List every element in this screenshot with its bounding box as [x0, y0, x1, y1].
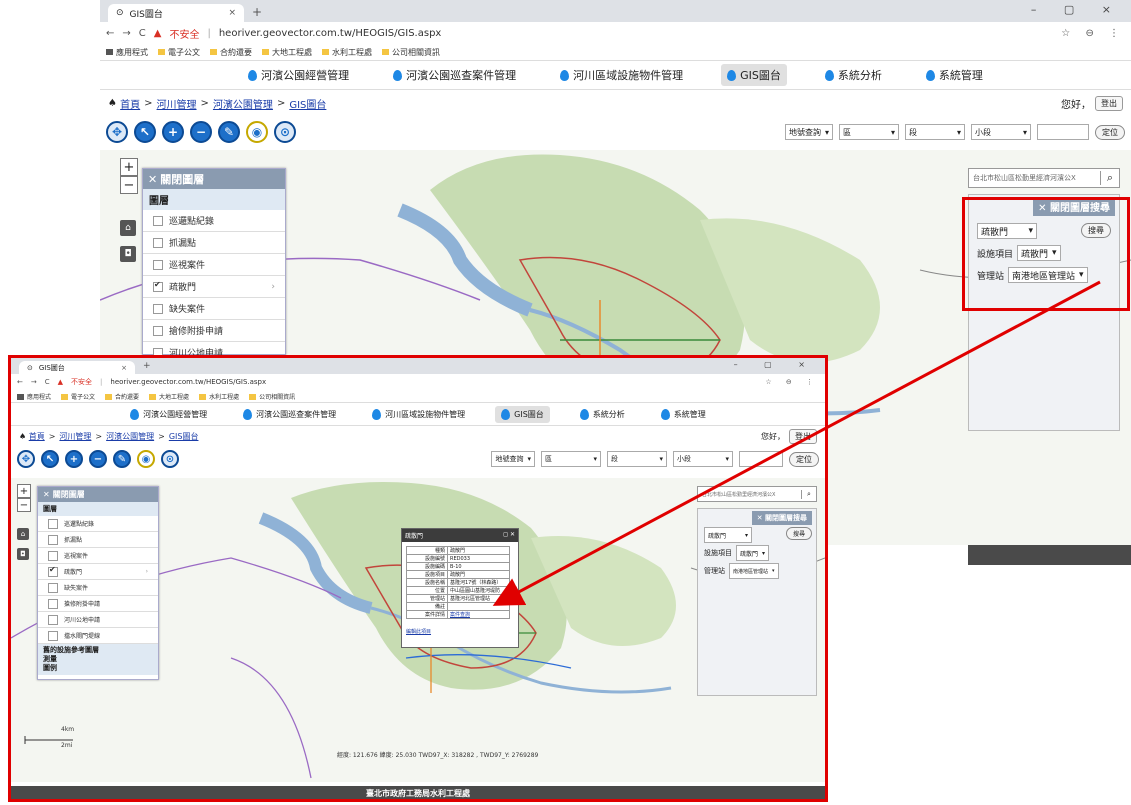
callout-arrow — [492, 280, 1101, 606]
callout-arrow-layer — [492, 280, 1101, 606]
